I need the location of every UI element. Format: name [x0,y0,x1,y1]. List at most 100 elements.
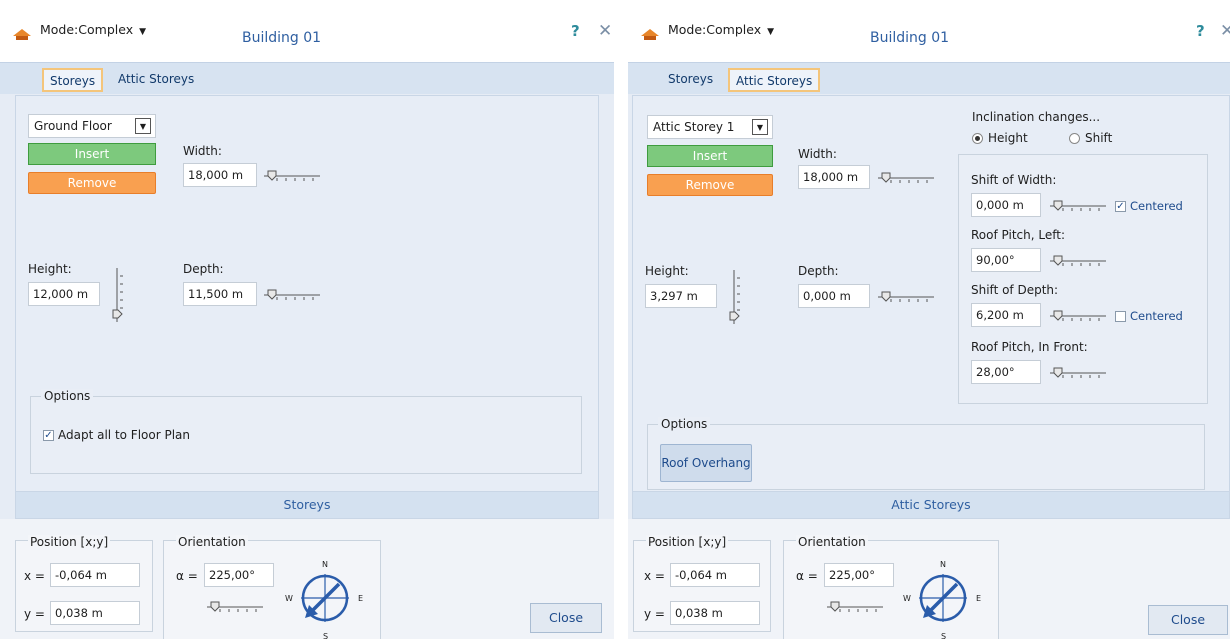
x-field[interactable]: -0,064 m [50,563,140,587]
attic-storey-select[interactable]: Attic Storey 1 ▼ [647,115,773,139]
help-icon[interactable]: ? [571,22,580,40]
width-slider[interactable] [263,166,321,184]
tab-bar: Storeys Attic Storeys [628,62,1230,94]
roof-pitch-left-label: Roof Pitch, Left: [971,228,1065,242]
height-label: Height: [28,262,72,276]
shift-width-slider[interactable] [1049,196,1107,214]
height-slider[interactable] [112,266,128,324]
position-group: Position [x;y] x = -0,064 m y = 0,038 m [633,535,771,632]
close-button[interactable]: Close [530,603,602,633]
y-field[interactable]: 0,038 m [50,601,140,625]
tab-storeys[interactable]: Storeys [662,68,719,92]
y-field[interactable]: 0,038 m [670,601,760,625]
roof-pitch-left-slider[interactable] [1049,251,1107,269]
floor-select-value: Ground Floor [34,119,112,133]
insert-button[interactable]: Insert [647,145,773,167]
depth-slider[interactable] [263,285,321,303]
floor-select[interactable]: Ground Floor ▼ [28,114,156,138]
shift-depth-label: Shift of Depth: [971,283,1059,297]
checkbox-checked-icon: ✓ [1115,201,1126,212]
close-icon[interactable]: ✕ [598,21,612,41]
radio-shift-label: Shift [1085,131,1113,145]
alpha-field[interactable]: 225,00° [824,563,894,587]
tab-bar: Storeys Attic Storeys [0,62,614,94]
adapt-checkbox[interactable]: ✓ Adapt all to Floor Plan [43,428,190,442]
y-label: y = [24,607,45,621]
x-label: x = [644,569,665,583]
chevron-down-icon: ▼ [767,27,775,37]
compass-n: N [322,560,328,569]
close-button[interactable]: Close [1148,605,1228,635]
close-icon[interactable]: ✕ [1220,21,1230,41]
alpha-field[interactable]: 225,00° [204,563,274,587]
orientation-group: Orientation α = 225,00° N E S W [783,535,999,639]
x-field[interactable]: -0,064 m [670,563,760,587]
position-label: Position [x;y] [28,535,111,549]
shift-depth-field[interactable]: 6,200 m [971,303,1041,327]
height-field[interactable]: 3,297 m [645,284,717,308]
building-logo-icon [640,27,660,41]
y-label: y = [644,607,665,621]
compass-icon[interactable] [910,565,976,631]
title-bar: Mode:Complex ▼ Building 01 ? ✕ [0,8,614,62]
checkbox-checked-icon: ✓ [43,430,54,441]
width-field[interactable]: 18,000 m [798,165,870,189]
shift-depth-slider[interactable] [1049,306,1107,324]
roof-overhang-button[interactable]: Roof Overhang [660,444,752,482]
section-footer: Attic Storeys [632,491,1230,519]
width-slider[interactable] [877,168,935,186]
tab-storeys[interactable]: Storeys [42,68,104,92]
depth-field[interactable]: 11,500 m [183,282,257,306]
position-group: Position [x;y] x = -0,064 m y = 0,038 m [15,535,153,632]
shift-depth-centered-checkbox[interactable]: Centered [1115,309,1183,323]
chevron-down-icon: ▼ [139,27,147,37]
orientation-label: Orientation [796,535,868,549]
tab-attic-storeys[interactable]: Attic Storeys [728,68,821,92]
compass-w: W [285,594,293,603]
building-panel-attic: Mode:Complex ▼ Building 01 ? ✕ Storeys At… [628,8,1230,639]
height-label: Height: [645,264,689,278]
alpha-label: α = [176,569,198,583]
height-field[interactable]: 12,000 m [28,282,100,306]
orientation-slider[interactable] [206,597,264,615]
shift-width-centered-checkbox[interactable]: ✓ Centered [1115,199,1183,213]
options-label: Options [41,389,94,403]
compass-icon[interactable] [292,565,358,631]
roof-pitch-front-slider[interactable] [1049,363,1107,381]
orientation-slider[interactable] [826,597,884,615]
depth-slider[interactable] [877,287,935,305]
mode-dropdown[interactable]: Mode:Complex ▼ [668,22,774,37]
position-label: Position [x;y] [646,535,729,549]
centered-label: Centered [1130,309,1183,323]
width-field[interactable]: 18,000 m [183,163,257,187]
depth-field[interactable]: 0,000 m [798,284,870,308]
shift-width-field[interactable]: 0,000 m [971,193,1041,217]
roof-pitch-front-field[interactable]: 28,00° [971,360,1041,384]
x-label: x = [24,569,45,583]
insert-button[interactable]: Insert [28,143,156,165]
compass-s: S [941,632,947,639]
tab-attic-storeys[interactable]: Attic Storeys [112,68,200,92]
building-title: Building 01 [242,30,322,46]
mode-label: Mode:Complex [668,22,762,37]
radio-selected-icon [972,133,983,144]
radio-height[interactable]: Height [972,131,1028,145]
compass-n: N [940,560,946,569]
bottom-area: Position [x;y] x = -0,064 m y = 0,038 m … [0,519,614,639]
mode-dropdown[interactable]: Mode:Complex ▼ [40,22,146,37]
remove-button[interactable]: Remove [647,174,773,196]
inclination-group: Shift of Width: 0,000 m ✓ Centered Roof P… [958,154,1208,404]
help-icon[interactable]: ? [1196,22,1205,40]
inclination-label: Inclination changes... [972,110,1101,124]
dropdown-arrow-icon: ▼ [752,119,768,135]
radio-unselected-icon [1069,133,1080,144]
width-label: Width: [183,144,222,158]
options-label: Options [658,417,711,431]
roof-pitch-left-field[interactable]: 90,00° [971,248,1041,272]
remove-button[interactable]: Remove [28,172,156,194]
section-footer: Storeys [15,491,599,519]
bottom-area: Position [x;y] x = -0,064 m y = 0,038 m … [628,519,1230,639]
height-slider[interactable] [729,268,745,326]
orientation-label: Orientation [176,535,248,549]
radio-shift[interactable]: Shift [1069,131,1112,145]
